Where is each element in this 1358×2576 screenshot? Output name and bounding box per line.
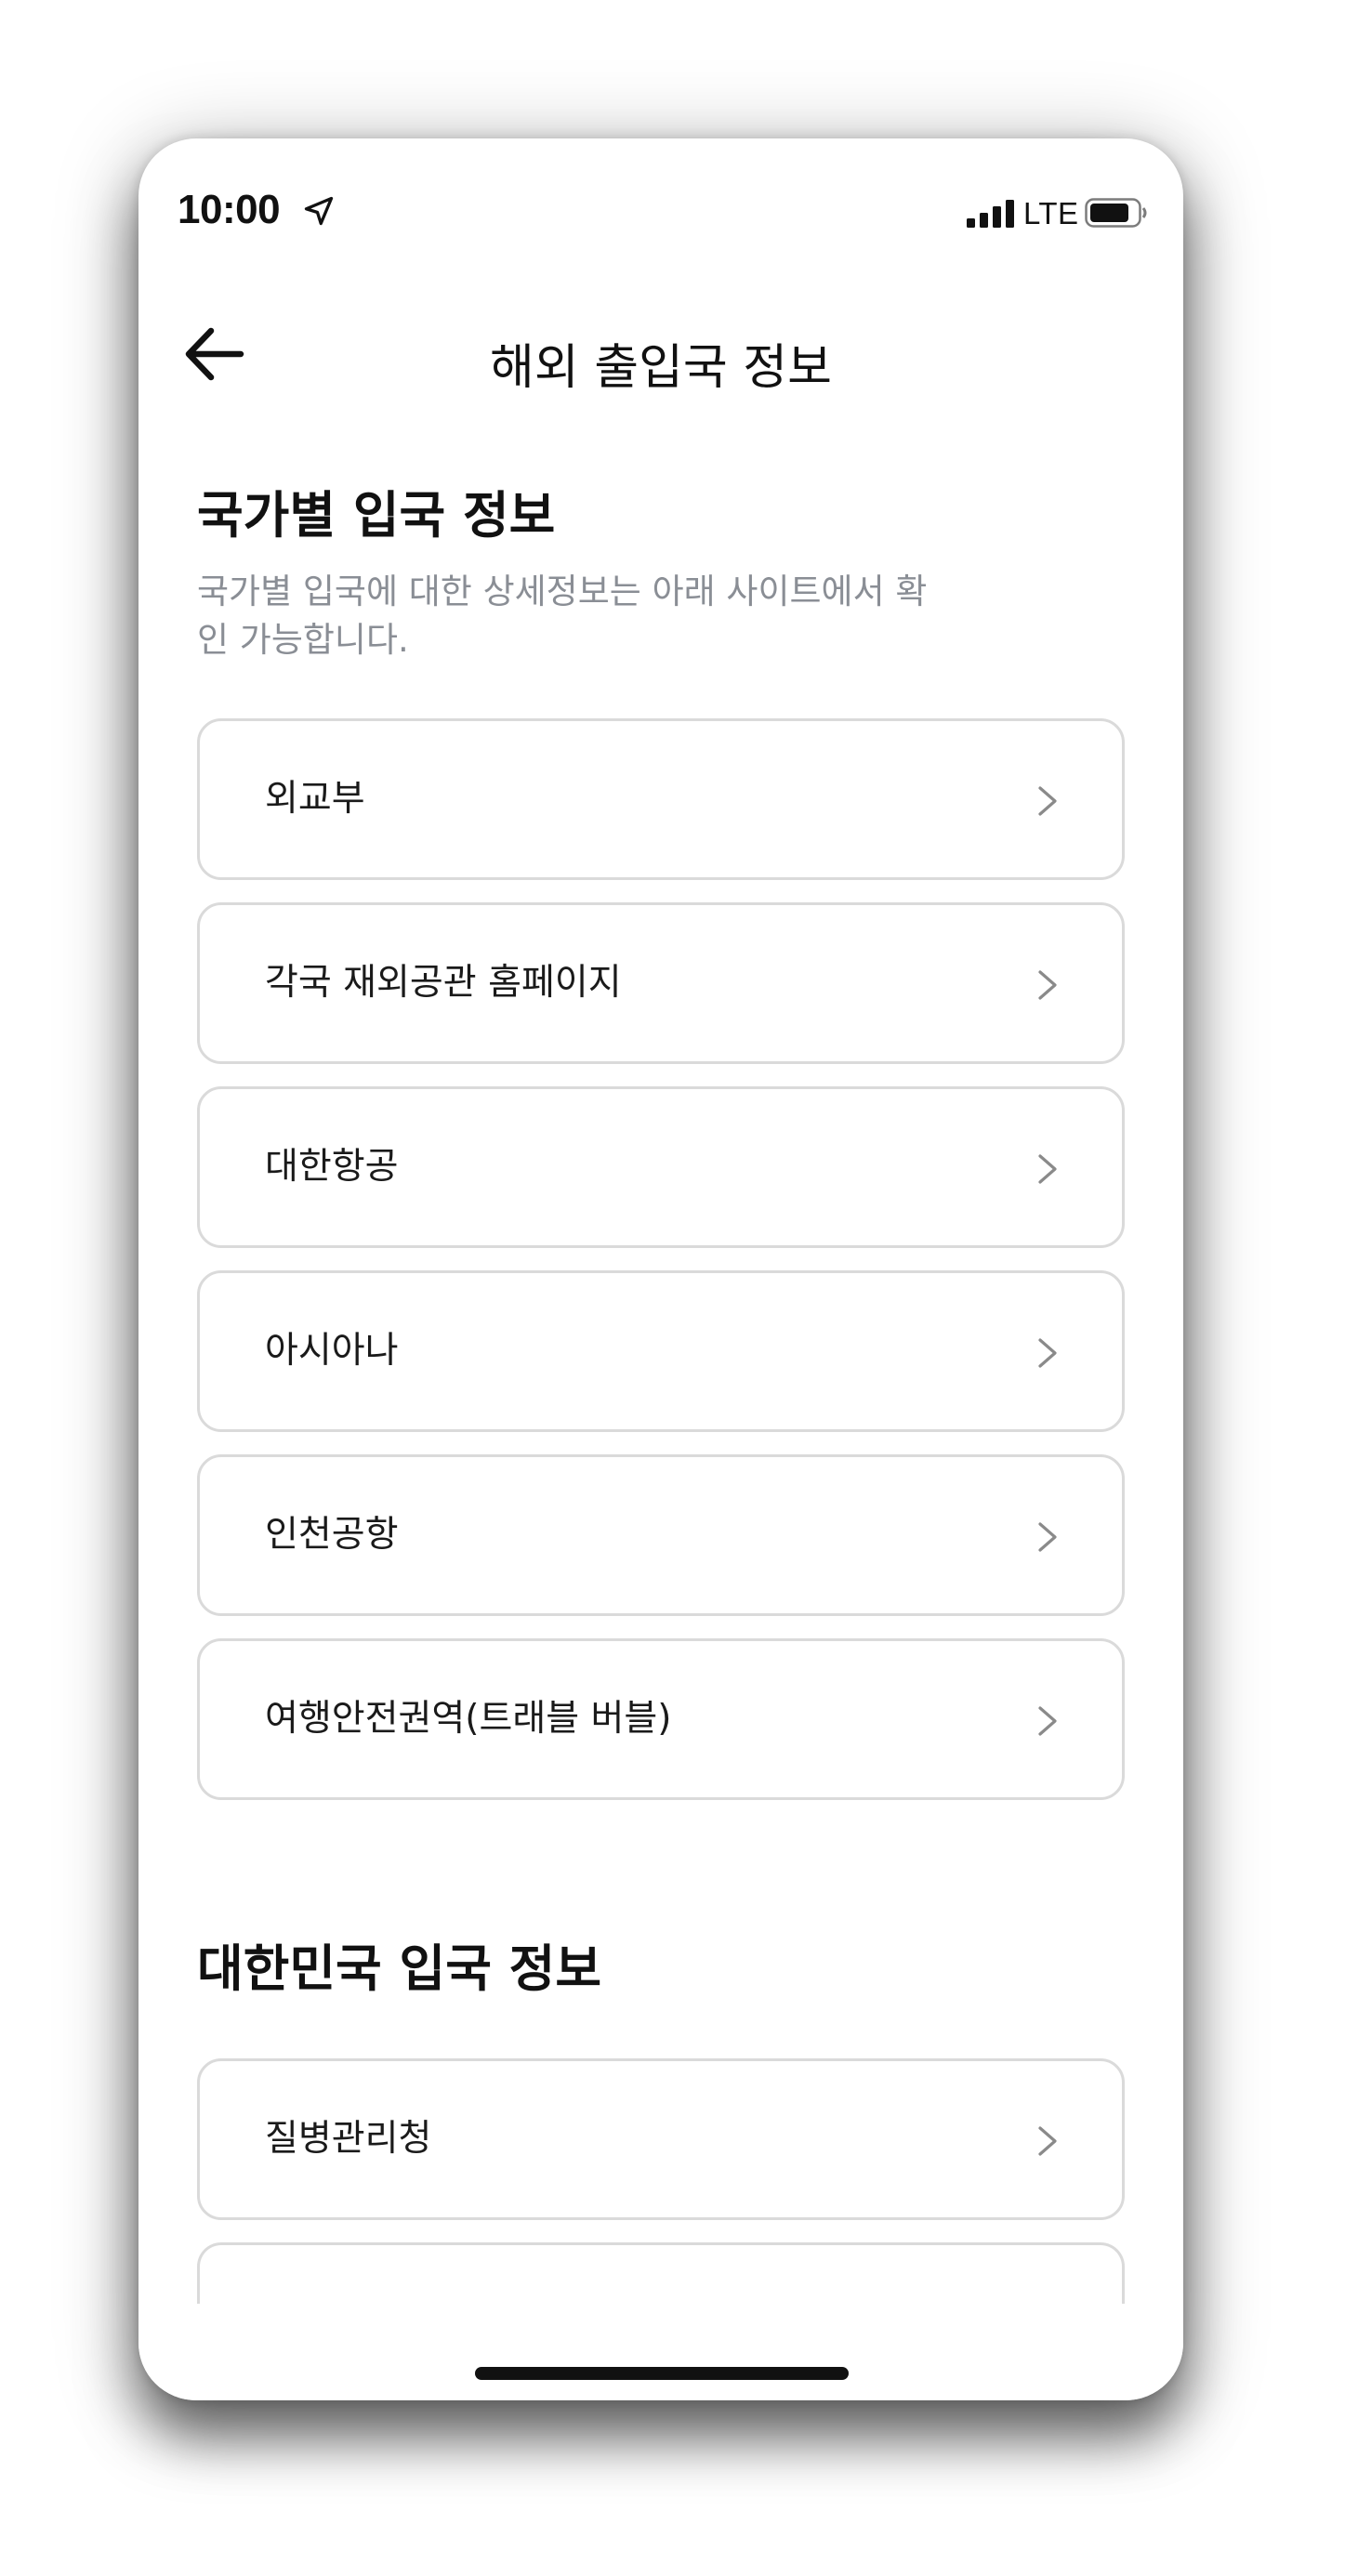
link-label: 여행안전권역(트래블 버블) [265, 1698, 672, 1740]
bottom-safe-area [138, 2304, 1183, 2400]
chevron-right-icon [1038, 2126, 1057, 2156]
signal-icon [967, 200, 1014, 228]
chevron-right-icon [1038, 1706, 1057, 1736]
home-indicator[interactable] [475, 2367, 849, 2380]
link-card-asiana[interactable]: 아시아나 [197, 1270, 1125, 1432]
link-card-incheon-airport[interactable]: 인천공항 [197, 1454, 1125, 1616]
country-link-list: 외교부 각국 재외공관 홈페이지 대한항공 아시아나 인천공항 여행안전권역(트… [197, 718, 1125, 1800]
link-label: 외교부 [265, 778, 365, 820]
battery-icon [1085, 198, 1147, 228]
location-arrow-icon [304, 196, 334, 226]
status-bar: 10:00 LTE [138, 138, 1183, 287]
link-label: 질병관리청 [265, 2118, 432, 2160]
link-card-mofa[interactable]: 외교부 [197, 718, 1125, 880]
link-label: 대한항공 [265, 1146, 399, 1188]
chevron-right-icon [1038, 1154, 1057, 1184]
section-korea-entry: 대한민국 입국 정보 질병관리청 [197, 1936, 1125, 2354]
phone-frame: 10:00 LTE 해외 출입국 정보 국가별 입국 정보 국가별 입국에 대한 [138, 138, 1183, 2400]
link-label: 각국 재외공관 홈페이지 [265, 962, 622, 1004]
status-time: 10:00 [178, 187, 281, 232]
chevron-right-icon [1038, 970, 1057, 1000]
section-title-korea: 대한민국 입국 정보 [197, 1939, 602, 1998]
chevron-right-icon [1038, 786, 1057, 816]
network-type: LTE [1023, 196, 1079, 230]
chevron-right-icon [1038, 1338, 1057, 1368]
content-scroll[interactable]: 국가별 입국 정보 국가별 입국에 대한 상세정보는 아래 사이트에서 확인 가… [197, 482, 1125, 2354]
page-title: 해외 출입국 정보 [490, 340, 832, 396]
link-card-embassies[interactable]: 각국 재외공관 홈페이지 [197, 902, 1125, 1064]
link-label: 인천공항 [265, 1514, 399, 1556]
link-card-travel-bubble[interactable]: 여행안전권역(트래블 버블) [197, 1638, 1125, 1800]
section-description: 국가별 입국에 대한 상세정보는 아래 사이트에서 확인 가능합니다. [197, 572, 928, 660]
link-card-korean-air[interactable]: 대한항공 [197, 1086, 1125, 1248]
section-country-entry: 국가별 입국 정보 국가별 입국에 대한 상세정보는 아래 사이트에서 확인 가… [197, 482, 1125, 1800]
section-title-country: 국가별 입국 정보 [197, 486, 556, 545]
chevron-right-icon [1038, 1522, 1057, 1552]
link-card-kdca[interactable]: 질병관리청 [197, 2058, 1125, 2220]
nav-header: 해외 출입국 정보 [138, 296, 1183, 408]
link-label: 아시아나 [265, 1330, 399, 1372]
